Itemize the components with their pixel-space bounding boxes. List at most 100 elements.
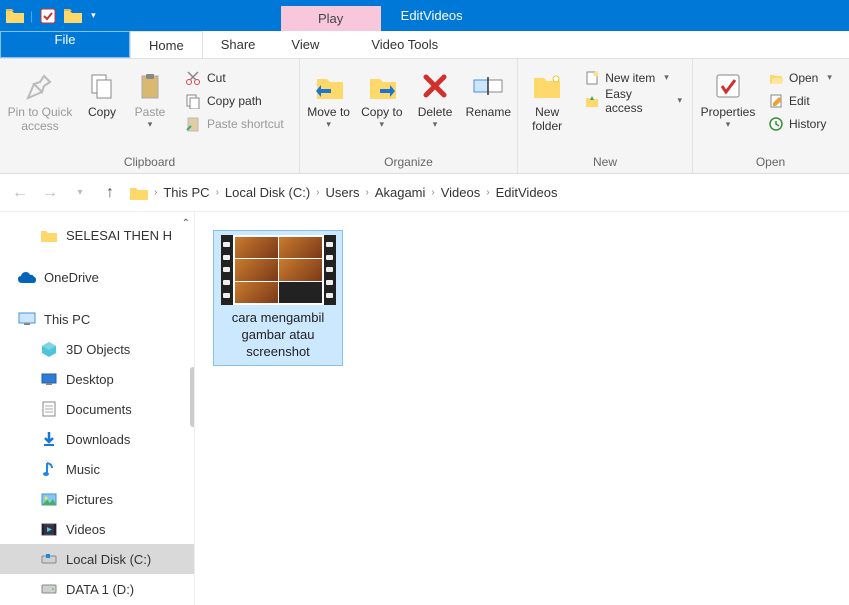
tree-label: SELESAI THEN H xyxy=(66,228,172,243)
chevron-right-icon[interactable]: › xyxy=(154,187,157,198)
tree-item-downloads[interactable]: Downloads xyxy=(0,424,194,454)
breadcrumb[interactable]: › This PC › Local Disk (C:) › Users › Ak… xyxy=(130,185,839,200)
copy-path-button[interactable]: Copy path xyxy=(179,89,290,112)
tab-view[interactable]: View xyxy=(273,31,337,58)
move-to-button[interactable]: Move to xyxy=(304,66,353,134)
copy-to-button[interactable]: Copy to xyxy=(357,66,406,134)
contextual-tab-play[interactable]: Play xyxy=(281,6,381,31)
open-group-label: Open xyxy=(697,152,844,173)
open-label: Open xyxy=(789,71,818,85)
history-icon xyxy=(769,117,783,131)
tab-home[interactable]: Home xyxy=(130,31,203,58)
crumb-users[interactable]: Users xyxy=(326,185,360,200)
edit-button[interactable]: Edit xyxy=(763,89,838,112)
copy-to-label: Copy to xyxy=(361,105,402,130)
pictures-icon xyxy=(40,490,58,508)
paste-button[interactable]: Paste xyxy=(128,66,172,134)
delete-button[interactable]: Delete xyxy=(410,66,459,134)
properties-button[interactable]: Properties xyxy=(697,66,759,134)
history-button[interactable]: History xyxy=(763,112,838,135)
group-open: Properties Open Edit xyxy=(693,59,848,173)
onedrive-icon xyxy=(18,268,36,286)
file-item[interactable]: cara mengambil gambar atau screenshot xyxy=(213,230,343,366)
paste-icon xyxy=(134,70,166,102)
properties-checkbox-icon[interactable] xyxy=(38,6,58,26)
new-item-label: New item xyxy=(605,71,655,85)
back-button[interactable]: ← xyxy=(10,184,30,202)
crumb-videos[interactable]: Videos xyxy=(441,185,481,200)
qat-dropdown-icon[interactable]: ▾ xyxy=(91,10,96,21)
paste-shortcut-icon xyxy=(185,116,201,132)
3d-objects-icon xyxy=(40,340,58,358)
tab-video-tools[interactable]: Video Tools xyxy=(353,31,456,58)
tree-item-this-pc[interactable]: This PC xyxy=(0,304,194,334)
tab-file[interactable]: File xyxy=(0,31,130,58)
documents-icon xyxy=(40,400,58,418)
delete-icon xyxy=(419,70,451,102)
new-folder-button[interactable]: New folder xyxy=(522,66,572,138)
group-organize: Move to Copy to Delete Rename O xyxy=(300,59,518,173)
copy-icon xyxy=(86,70,118,102)
file-name: cara mengambil gambar atau screenshot xyxy=(218,310,338,361)
qat-separator: | xyxy=(30,9,33,23)
delete-label: Delete xyxy=(418,105,453,130)
chevron-right-icon[interactable]: › xyxy=(431,187,434,198)
clipboard-group-label: Clipboard xyxy=(4,152,295,173)
edit-icon xyxy=(769,94,783,108)
video-thumbnail xyxy=(221,235,336,305)
copy-button[interactable]: Copy xyxy=(80,66,124,123)
move-to-icon xyxy=(313,70,345,102)
scroll-up-icon[interactable]: ⌃ xyxy=(182,218,190,229)
scrollbar-thumb[interactable] xyxy=(190,367,195,427)
new-group-label: New xyxy=(522,152,688,173)
tree-item-music[interactable]: Music xyxy=(0,454,194,484)
tree-item-documents[interactable]: Documents xyxy=(0,394,194,424)
chevron-right-icon[interactable]: › xyxy=(486,187,489,198)
up-button[interactable]: ↑ xyxy=(100,184,120,202)
tree-label: Videos xyxy=(66,522,106,537)
drive-icon xyxy=(40,580,58,598)
forward-button[interactable]: → xyxy=(40,184,60,202)
chevron-right-icon[interactable]: › xyxy=(316,187,319,198)
file-list-pane[interactable]: cara mengambil gambar atau screenshot xyxy=(195,212,849,605)
tree-item-data1-d[interactable]: DATA 1 (D:) xyxy=(0,574,194,604)
chevron-right-icon[interactable]: › xyxy=(216,187,219,198)
rename-button[interactable]: Rename xyxy=(464,66,513,123)
tree-label: OneDrive xyxy=(44,270,99,285)
crumb-editvideos[interactable]: EditVideos xyxy=(496,185,558,200)
paste-shortcut-button[interactable]: Paste shortcut xyxy=(179,112,290,135)
cut-button[interactable]: Cut xyxy=(179,66,290,89)
tree-label: Local Disk (C:) xyxy=(66,552,151,567)
recent-dropdown[interactable]: ▾ xyxy=(70,187,90,198)
history-label: History xyxy=(789,117,826,131)
navigation-pane[interactable]: ⌃ SELESAI THEN H OneDrive This PC 3D Obj… xyxy=(0,212,195,605)
crumb-this-pc[interactable]: This PC xyxy=(163,185,209,200)
tab-share[interactable]: Share xyxy=(203,31,274,58)
tree-item-3d-objects[interactable]: 3D Objects xyxy=(0,334,194,364)
address-bar: ← → ▾ ↑ › This PC › Local Disk (C:) › Us… xyxy=(0,174,849,212)
new-item-icon xyxy=(585,71,599,85)
chevron-right-icon[interactable]: › xyxy=(365,187,368,198)
open-button[interactable]: Open xyxy=(763,66,838,89)
tree-item-onedrive[interactable]: OneDrive xyxy=(0,262,194,292)
pin-to-quick-access-button[interactable]: Pin to Quick access xyxy=(4,66,76,138)
new-folder-icon xyxy=(531,70,563,102)
tree-item-pictures[interactable]: Pictures xyxy=(0,484,194,514)
tree-label: 3D Objects xyxy=(66,342,130,357)
desktop-icon xyxy=(40,370,58,388)
tree-item-desktop[interactable]: Desktop xyxy=(0,364,194,394)
copy-path-label: Copy path xyxy=(207,94,262,108)
tree-item-videos[interactable]: Videos xyxy=(0,514,194,544)
folder-icon[interactable] xyxy=(63,6,83,26)
group-clipboard: Pin to Quick access Copy Paste xyxy=(0,59,300,173)
folder-icon[interactable] xyxy=(5,6,25,26)
tree-item-folder[interactable]: SELESAI THEN H xyxy=(0,220,194,250)
tree-item-local-disk-c[interactable]: Local Disk (C:) xyxy=(0,544,194,574)
easy-access-button[interactable]: Easy access xyxy=(579,89,688,112)
move-to-label: Move to xyxy=(307,105,350,130)
window-title: EditVideos xyxy=(401,8,463,23)
easy-access-icon xyxy=(585,94,599,108)
crumb-akagami[interactable]: Akagami xyxy=(375,185,426,200)
tree-label: Desktop xyxy=(66,372,114,387)
crumb-local-disk[interactable]: Local Disk (C:) xyxy=(225,185,310,200)
